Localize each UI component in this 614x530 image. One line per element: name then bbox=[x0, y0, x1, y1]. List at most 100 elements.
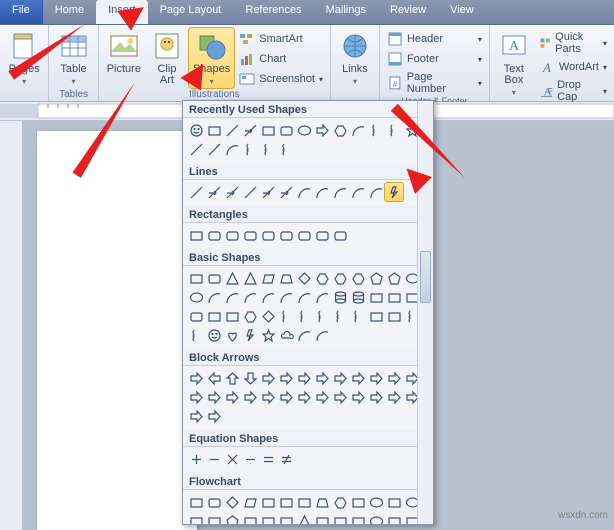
shape-arr_r[interactable] bbox=[295, 388, 313, 406]
shape-arr_r[interactable] bbox=[223, 388, 241, 406]
tab-pagelayout[interactable]: Page Layout bbox=[148, 0, 234, 24]
shape-cloud[interactable] bbox=[277, 326, 295, 344]
shape-dia[interactable] bbox=[223, 493, 241, 511]
textbox-button[interactable]: A Text Box ▾ bbox=[494, 28, 534, 99]
tab-references[interactable]: References bbox=[233, 0, 313, 24]
shape-pent[interactable] bbox=[385, 269, 403, 287]
shape-dia[interactable] bbox=[295, 269, 313, 287]
shape-smiley[interactable] bbox=[187, 121, 205, 139]
shape-pent[interactable] bbox=[367, 269, 385, 287]
shape-rect[interactable] bbox=[385, 512, 403, 525]
shape-rrect[interactable] bbox=[205, 269, 223, 287]
shape-arr_r[interactable] bbox=[187, 369, 205, 387]
shape-brace[interactable] bbox=[259, 140, 277, 158]
screenshot-button[interactable]: Screenshot ▾ bbox=[236, 70, 326, 88]
shape-div[interactable] bbox=[241, 450, 259, 468]
shape-rect[interactable] bbox=[241, 512, 259, 525]
shape-oval[interactable] bbox=[367, 512, 385, 525]
shape-arc[interactable] bbox=[313, 326, 331, 344]
shape-arc[interactable] bbox=[313, 288, 331, 306]
shape-rect[interactable] bbox=[187, 269, 205, 287]
shape-arr_r[interactable] bbox=[295, 369, 313, 387]
shape-arr_l[interactable] bbox=[205, 369, 223, 387]
tab-mailings[interactable]: Mailings bbox=[314, 0, 378, 24]
shape-arc[interactable] bbox=[331, 183, 349, 201]
shape-rect[interactable] bbox=[187, 512, 205, 525]
shape-rrect[interactable] bbox=[277, 121, 295, 139]
shape-rect[interactable] bbox=[187, 226, 205, 244]
shape-rect[interactable] bbox=[367, 307, 385, 325]
shape-brace[interactable] bbox=[331, 307, 349, 325]
shape-minus[interactable] bbox=[205, 450, 223, 468]
shape-hex[interactable] bbox=[349, 269, 367, 287]
shape-arr_r[interactable] bbox=[349, 388, 367, 406]
shape-rrect[interactable] bbox=[313, 226, 331, 244]
shape-cyl[interactable] bbox=[331, 288, 349, 306]
shape-brace[interactable] bbox=[295, 307, 313, 325]
shape-rect[interactable] bbox=[277, 493, 295, 511]
shape-rrect[interactable] bbox=[259, 226, 277, 244]
shape-arr_r[interactable] bbox=[367, 369, 385, 387]
shape-plus[interactable] bbox=[187, 450, 205, 468]
shape-para[interactable] bbox=[241, 493, 259, 511]
quickparts-button[interactable]: Quick Parts ▾ bbox=[536, 30, 610, 56]
shape-heart[interactable] bbox=[223, 326, 241, 344]
shape-arr_r[interactable] bbox=[241, 388, 259, 406]
shape-rect[interactable] bbox=[259, 121, 277, 139]
smartart-button[interactable]: SmartArt bbox=[236, 30, 326, 48]
wordart-button[interactable]: AWordArt ▾ bbox=[536, 58, 610, 76]
shape-trap[interactable] bbox=[313, 493, 331, 511]
shape-eq[interactable] bbox=[259, 450, 277, 468]
shape-brace[interactable] bbox=[277, 140, 295, 158]
shape-arr_r[interactable] bbox=[259, 369, 277, 387]
shape-brace[interactable] bbox=[277, 307, 295, 325]
shape-rect[interactable] bbox=[205, 307, 223, 325]
shape-cyl[interactable] bbox=[349, 288, 367, 306]
shape-arrow[interactable] bbox=[205, 183, 223, 201]
shape-arc[interactable] bbox=[349, 183, 367, 201]
shape-rrect[interactable] bbox=[295, 226, 313, 244]
shape-brace[interactable] bbox=[349, 307, 367, 325]
shape-para[interactable] bbox=[259, 269, 277, 287]
shape-rect[interactable] bbox=[205, 512, 223, 525]
shapes-button[interactable]: Shapes ▾ bbox=[189, 28, 234, 88]
shape-rect[interactable] bbox=[187, 493, 205, 511]
shape-line[interactable] bbox=[205, 140, 223, 158]
shape-arr_r[interactable] bbox=[313, 369, 331, 387]
shape-arr_r[interactable] bbox=[277, 388, 295, 406]
shape-hex[interactable] bbox=[241, 307, 259, 325]
shape-rect[interactable] bbox=[331, 512, 349, 525]
shape-rrect[interactable] bbox=[331, 226, 349, 244]
shape-brace[interactable] bbox=[187, 326, 205, 344]
shape-rect[interactable] bbox=[205, 121, 223, 139]
shape-oval[interactable] bbox=[367, 493, 385, 511]
shape-oval[interactable] bbox=[187, 288, 205, 306]
header-button[interactable]: Header ▾ bbox=[384, 30, 485, 48]
shape-arr_r[interactable] bbox=[331, 369, 349, 387]
shape-rect[interactable] bbox=[277, 512, 295, 525]
tab-home[interactable]: Home bbox=[43, 0, 96, 24]
shape-neq[interactable] bbox=[277, 450, 295, 468]
tab-review[interactable]: Review bbox=[378, 0, 438, 24]
shape-arr_u[interactable] bbox=[223, 369, 241, 387]
shape-arrow[interactable] bbox=[241, 121, 259, 139]
shape-rrect[interactable] bbox=[223, 226, 241, 244]
tab-file[interactable]: File bbox=[0, 0, 43, 24]
shape-rect[interactable] bbox=[259, 512, 277, 525]
shape-trap[interactable] bbox=[277, 269, 295, 287]
shape-line[interactable] bbox=[241, 183, 259, 201]
clipart-button[interactable]: Clip Art bbox=[147, 28, 187, 88]
links-button[interactable]: Links ▾ bbox=[335, 28, 375, 88]
shape-pent[interactable] bbox=[223, 512, 241, 525]
shape-rect[interactable] bbox=[367, 288, 385, 306]
shape-brace[interactable] bbox=[367, 121, 385, 139]
pagenum-button[interactable]: #Page Number ▾ bbox=[384, 70, 485, 96]
shape-arr_r[interactable] bbox=[385, 388, 403, 406]
shape-rect[interactable] bbox=[313, 512, 331, 525]
shape-line[interactable] bbox=[187, 140, 205, 158]
shape-brace[interactable] bbox=[313, 307, 331, 325]
shape-arc[interactable] bbox=[259, 288, 277, 306]
shape-arc[interactable] bbox=[313, 183, 331, 201]
shape-smiley[interactable] bbox=[205, 326, 223, 344]
shape-arr_r[interactable] bbox=[385, 369, 403, 387]
